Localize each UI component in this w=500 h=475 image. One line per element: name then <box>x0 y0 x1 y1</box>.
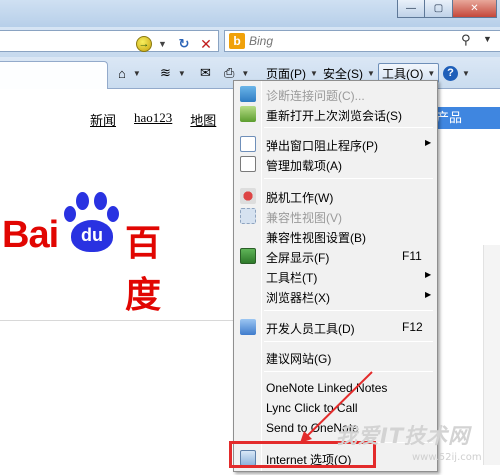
tools-menu-label: 工具(O) <box>382 66 424 81</box>
search-box[interactable]: b ⚲ ▼ <box>224 30 500 52</box>
logo-chinese-text: 百度 <box>125 223 161 316</box>
menu-item-label: 兼容性视图设置(B) <box>266 231 366 245</box>
menu-item-label: 开发人员工具(D) <box>266 322 355 336</box>
work-offline-icon <box>240 188 256 204</box>
more-products-button[interactable]: 产品 <box>430 107 500 129</box>
menu-item-label: 弹出窗口阻止程序(P) <box>266 139 378 153</box>
menu-item-toolbars[interactable]: 工具栏(T) ▶ <box>236 266 435 286</box>
menu-item-compat-view[interactable]: 兼容性视图(V) <box>236 206 435 226</box>
menu-item-fullscreen[interactable]: 全屏显示(F) F11 <box>236 246 435 266</box>
chevron-down-icon: ▼ <box>241 68 250 78</box>
menu-item-explorer-bars[interactable]: 浏览器栏(X) ▶ <box>236 286 435 306</box>
help-button[interactable]: ? ▼ <box>443 63 470 83</box>
chevron-down-icon: ▼ <box>177 68 186 78</box>
menu-separator <box>264 310 433 311</box>
window-controls: — ▢ ✕ <box>397 0 497 18</box>
menu-item-manage-addons[interactable]: 管理加载项(A) <box>236 154 435 174</box>
menu-item-label: 全屏显示(F) <box>266 251 330 265</box>
menu-item-shortcut: F11 <box>402 249 422 263</box>
safety-menu-label: 安全(S) <box>323 66 363 81</box>
menu-item-label: 兼容性视图(V) <box>266 211 342 225</box>
manage-addons-icon <box>240 156 256 172</box>
menu-item-label: 重新打开上次浏览会话(S) <box>266 109 402 123</box>
chevron-down-icon: ▼ <box>310 68 318 78</box>
chevron-down-icon: ▼ <box>367 68 375 78</box>
menu-item-suggested-sites[interactable]: 建议网站(G) <box>236 347 435 367</box>
menu-item-label: 管理加载项(A) <box>266 159 342 173</box>
address-field[interactable]: → ▼ ↻ ✕ <box>0 30 219 52</box>
divider <box>0 320 236 321</box>
menu-item-work-offline[interactable]: 脱机工作(W) <box>236 186 435 206</box>
menu-item-label: 脱机工作(W) <box>266 191 334 205</box>
close-window-button[interactable]: ✕ <box>453 0 497 18</box>
menu-item-diagnose-connection[interactable]: 诊断连接问题(C)... <box>236 84 435 104</box>
menu-separator <box>264 127 433 128</box>
nav-link-map[interactable]: 地图 <box>190 110 216 129</box>
menu-separator <box>264 341 433 342</box>
refresh-icon[interactable]: ↻ <box>175 35 193 53</box>
menu-item-compat-settings[interactable]: 兼容性视图设置(B) <box>236 226 435 246</box>
help-icon: ? <box>443 65 458 81</box>
search-input[interactable] <box>249 32 449 50</box>
compatibility-go-icon[interactable]: → <box>136 36 152 52</box>
submenu-arrow-icon: ▶ <box>425 138 432 147</box>
menu-item-label: 建议网站(G) <box>266 352 332 366</box>
menu-separator <box>264 371 433 372</box>
chevron-down-icon: ▼ <box>462 68 470 78</box>
menu-item-label: 诊断连接问题(C)... <box>266 89 365 103</box>
paw-logo-icon: du <box>62 192 122 254</box>
read-mail-button[interactable]: ✉ <box>200 63 214 83</box>
menu-item-popup-blocker[interactable]: 弹出窗口阻止程序(P) ▶ <box>236 134 435 154</box>
menu-item-developer-tools[interactable]: 开发人员工具(D) F12 <box>236 317 435 337</box>
chevron-down-icon: ▼ <box>132 68 141 78</box>
menu-item-label: OneNote Linked Notes <box>266 381 388 395</box>
home-button[interactable]: ⌂ ▼ <box>118 63 141 83</box>
logo-latin-text: Bai <box>2 214 59 256</box>
menu-item-onenote-linked-notes[interactable]: OneNote Linked Notes <box>236 378 435 398</box>
navigation-bar: → ▼ ↻ ✕ b ⚲ ▼ <box>0 27 500 57</box>
menu-item-lync-click-to-call[interactable]: Lync Click to Call <box>236 398 435 418</box>
bing-logo-icon: b <box>229 33 245 49</box>
maximize-button[interactable]: ▢ <box>425 0 453 18</box>
developer-tools-icon <box>240 319 256 335</box>
minimize-button[interactable]: — <box>397 0 425 18</box>
compatibility-view-icon <box>240 208 256 224</box>
reopen-session-icon <box>240 106 256 122</box>
stop-icon[interactable]: ✕ <box>197 35 215 53</box>
nav-link-news[interactable]: 新闻 <box>90 110 116 129</box>
address-dropdown-icon[interactable]: ▼ <box>158 39 167 49</box>
menu-item-label: 浏览器栏(X) <box>266 291 330 305</box>
rss-feed-icon: ≋ <box>160 65 171 80</box>
active-tab[interactable] <box>0 61 108 89</box>
nav-link-hao123[interactable]: hao123 <box>134 110 172 129</box>
menu-item-label: 工具栏(T) <box>266 271 318 285</box>
menu-item-label: Lync Click to Call <box>266 401 358 415</box>
page-menu-label: 页面(P) <box>266 66 306 81</box>
fullscreen-icon <box>240 248 256 264</box>
chevron-down-icon: ▼ <box>427 68 436 78</box>
home-icon: ⌂ <box>118 65 126 81</box>
vertical-scrollbar[interactable] <box>483 245 500 465</box>
site-watermark-url: www.52ij.com <box>412 452 482 463</box>
mail-icon: ✉ <box>200 65 211 80</box>
menu-item-reopen-session[interactable]: 重新打开上次浏览会话(S) <box>236 104 435 124</box>
search-icon[interactable]: ⚲ <box>461 32 477 48</box>
printer-icon: ⎙ <box>224 65 235 80</box>
top-nav: 新闻 hao123 地图 <box>90 110 216 129</box>
tools-dropdown-menu: 诊断连接问题(C)... 重新打开上次浏览会话(S) 弹出窗口阻止程序(P) ▶… <box>233 80 438 472</box>
network-diagnose-icon <box>240 86 256 102</box>
site-watermark: 我爱IT技术网 <box>336 424 471 448</box>
submenu-arrow-icon: ▶ <box>425 290 432 299</box>
submenu-arrow-icon: ▶ <box>425 270 432 279</box>
logo-paw-text: du <box>71 220 113 252</box>
menu-separator <box>264 178 433 179</box>
popup-blocker-icon <box>240 136 256 152</box>
search-options-chevron-icon[interactable]: ▼ <box>483 34 492 44</box>
menu-item-shortcut: F12 <box>402 320 423 334</box>
feeds-button[interactable]: ≋ ▼ <box>160 63 186 83</box>
window-titlebar: — ▢ ✕ <box>0 0 500 27</box>
